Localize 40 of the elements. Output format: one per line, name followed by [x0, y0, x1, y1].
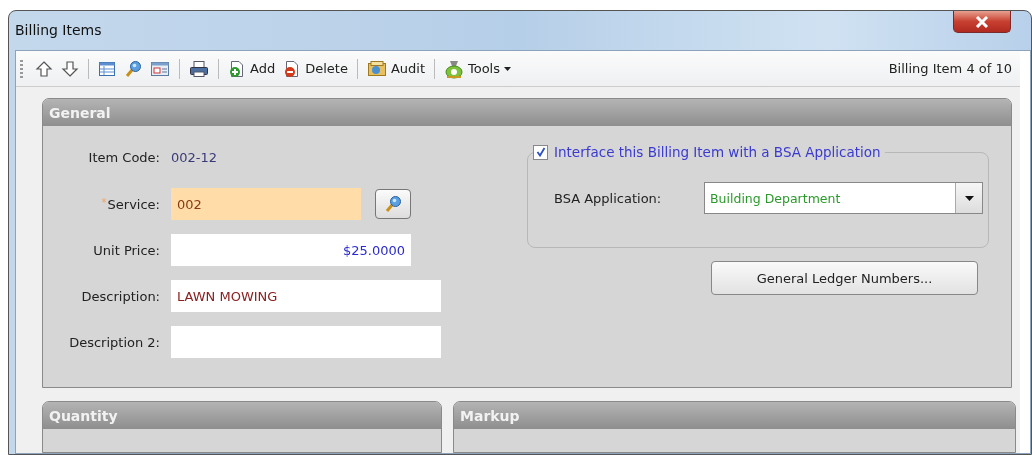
field-label: Item Code: [88, 149, 160, 165]
close-button[interactable] [953, 11, 1011, 33]
tools-icon [444, 58, 464, 79]
delete-button[interactable]: Delete [281, 57, 350, 80]
field-label: Service: [107, 196, 160, 212]
tools-button[interactable]: Tools [442, 56, 513, 81]
panel-title: Quantity [49, 407, 118, 424]
printer-icon [189, 59, 209, 78]
search-icon [384, 195, 402, 213]
add-button[interactable]: Add [226, 57, 278, 80]
dropdown-arrow-icon [964, 195, 974, 201]
grid-icon [98, 59, 116, 78]
field-label: Description 2: [69, 334, 160, 350]
unit-price-field[interactable]: $25.0000 [171, 234, 411, 266]
add-document-icon [228, 59, 246, 78]
record-counter: Billing Item 4 of 10 [888, 61, 1012, 76]
field-label: BSA Application: [554, 190, 663, 206]
toolbar-grip[interactable] [20, 59, 23, 78]
form-icon [150, 59, 170, 78]
item-code-value: 002-12 [171, 149, 218, 165]
application-dropdown[interactable]: Building Department [704, 182, 983, 214]
folder-icon [366, 59, 387, 78]
search-icon [124, 59, 142, 78]
up-arrow-icon [35, 59, 53, 78]
general-ledger-button[interactable]: General Ledger Numbers... [711, 261, 978, 295]
field-label: Unit Price: [93, 242, 160, 258]
close-icon [975, 15, 989, 28]
checkbox[interactable] [533, 144, 548, 160]
service-field[interactable]: 002 [171, 188, 361, 220]
lookup-button[interactable] [375, 189, 411, 219]
description-field[interactable]: LAWN MOWING [171, 280, 441, 312]
window-title: Billing Items [15, 22, 102, 38]
description-2-field[interactable] [171, 326, 441, 358]
check-icon [535, 147, 546, 157]
required-mark: * [101, 196, 107, 208]
field-label: Description: [81, 288, 160, 304]
audit-button[interactable]: Audit [364, 57, 427, 80]
panel-title: General [49, 104, 111, 121]
panel-title: Markup [460, 407, 520, 424]
down-arrow-icon [61, 59, 79, 78]
